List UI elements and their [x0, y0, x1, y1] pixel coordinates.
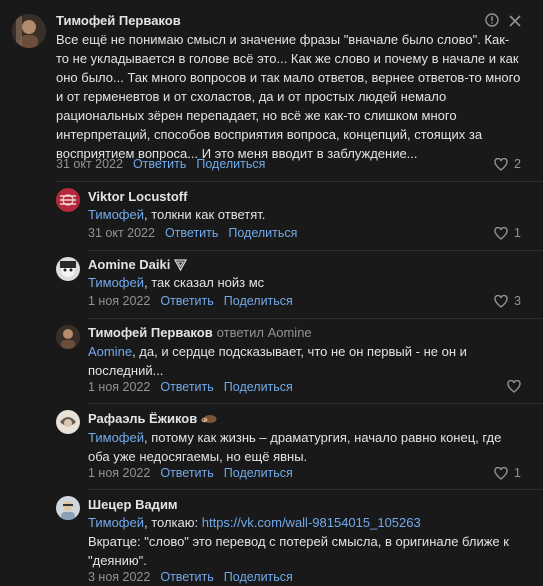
comment-body-pre: , толкаю: [144, 515, 202, 530]
divider [88, 318, 543, 319]
comment-author[interactable]: Aomine Daiki [88, 257, 188, 272]
share-button[interactable]: Поделиться [224, 466, 293, 480]
avatar[interactable] [56, 257, 80, 281]
triangle-badge-icon [174, 258, 188, 271]
author-name[interactable]: Тимофей Перваков [56, 13, 181, 28]
divider [88, 403, 543, 404]
comment-meta: 1 ноя 2022 Ответить Поделиться [88, 380, 293, 394]
like-button[interactable]: 3 [494, 294, 521, 308]
comment-body: , да, и сердце подсказывает, что не он п… [88, 344, 467, 378]
like-button[interactable]: 1 [494, 226, 521, 240]
reply-to-label[interactable]: ответил Aomine [217, 325, 312, 340]
reply-button[interactable]: Ответить [160, 380, 213, 394]
comment-body: , так сказал нойз мс [144, 275, 265, 290]
avatar[interactable] [56, 410, 80, 434]
comment-meta: 31 окт 2022 Ответить Поделиться [56, 157, 265, 171]
like-count: 3 [514, 294, 521, 308]
author-name[interactable]: Aomine Daiki [88, 257, 170, 272]
hedgehog-emoji-icon [201, 415, 217, 423]
comment-text: Все ещё не понимаю смысл и значение фраз… [56, 32, 521, 161]
comment-date[interactable]: 31 окт 2022 [88, 226, 155, 240]
comment-text: Тимофей, толкни как ответят. [88, 205, 518, 224]
mention-link[interactable]: Тимофей [88, 430, 144, 445]
mention-link[interactable]: Тимофей [88, 515, 144, 530]
comment-meta: 3 ноя 2022 Ответить Поделиться [88, 570, 293, 584]
reply-button[interactable]: Ответить [133, 157, 186, 171]
comment-author[interactable]: Тимофей Перваков [56, 13, 181, 28]
comment-author[interactable]: Рафаэль Ёжиков [88, 411, 217, 426]
mention-link[interactable]: Тимофей [88, 275, 144, 290]
comment-body: , потому как жизнь – драматургия, начало… [88, 430, 502, 464]
like-count: 2 [514, 157, 521, 171]
comment-author[interactable]: Тимофей Перваков ответил Aomine [88, 325, 312, 340]
comment-author[interactable]: Шецер Вадим [88, 497, 178, 512]
comment-meta: 31 окт 2022 Ответить Поделиться [88, 226, 297, 240]
comment-body: Вкратце: "слово" это перевод с потерей с… [88, 534, 509, 568]
avatar[interactable] [56, 496, 80, 520]
comment-date[interactable]: 31 окт 2022 [56, 157, 123, 171]
like-button[interactable]: 2 [494, 157, 521, 171]
comment-text: Тимофей, потому как жизнь – драматургия,… [88, 428, 518, 466]
heart-icon [494, 294, 508, 308]
like-count: 1 [514, 466, 521, 480]
avatar[interactable] [56, 325, 80, 349]
author-name[interactable]: Шецер Вадим [88, 497, 178, 512]
heart-icon [507, 380, 521, 393]
heart-icon [494, 466, 508, 480]
comment-text: Тимофей, так сказал нойз мс [88, 273, 518, 292]
comment-meta: 1 ноя 2022 Ответить Поделиться [88, 294, 293, 308]
avatar[interactable] [56, 188, 80, 212]
mention-link[interactable]: Aomine [88, 344, 132, 359]
share-button[interactable]: Поделиться [224, 570, 293, 584]
heart-icon [494, 157, 508, 171]
comment-body: , толкни как ответят. [144, 207, 266, 222]
author-name[interactable]: Viktor Locustoff [88, 189, 187, 204]
share-button[interactable]: Поделиться [224, 294, 293, 308]
reply-button[interactable]: Ответить [160, 466, 213, 480]
comment-author[interactable]: Viktor Locustoff [88, 189, 187, 204]
share-button[interactable]: Поделиться [228, 226, 297, 240]
avatar[interactable] [12, 14, 46, 48]
wall-link[interactable]: https://vk.com/wall-98154015_105263 [202, 515, 421, 530]
comment-date[interactable]: 1 ноя 2022 [88, 294, 150, 308]
close-icon[interactable] [509, 14, 521, 32]
share-button[interactable]: Поделиться [196, 157, 265, 171]
reply-button[interactable]: Ответить [165, 226, 218, 240]
comment-text: Aomine, да, и сердце подсказывает, что н… [88, 342, 498, 380]
heart-icon [494, 226, 508, 240]
comment-text: Тимофей, толкаю: https://vk.com/wall-981… [88, 513, 518, 570]
divider [88, 250, 543, 251]
divider [88, 489, 543, 490]
mention-link[interactable]: Тимофей [88, 207, 144, 222]
author-name[interactable]: Тимофей Перваков [88, 325, 213, 340]
comment-date[interactable]: 1 ноя 2022 [88, 466, 150, 480]
comment-date[interactable]: 3 ноя 2022 [88, 570, 150, 584]
reply-button[interactable]: Ответить [160, 570, 213, 584]
author-name[interactable]: Рафаэль Ёжиков [88, 411, 197, 426]
like-button[interactable]: 1 [494, 466, 521, 480]
reply-button[interactable]: Ответить [160, 294, 213, 308]
comment-date[interactable]: 1 ноя 2022 [88, 380, 150, 394]
comment-meta: 1 ноя 2022 Ответить Поделиться [88, 466, 293, 480]
share-button[interactable]: Поделиться [224, 380, 293, 394]
divider [56, 181, 543, 182]
like-count: 1 [514, 226, 521, 240]
like-button[interactable] [507, 380, 521, 393]
